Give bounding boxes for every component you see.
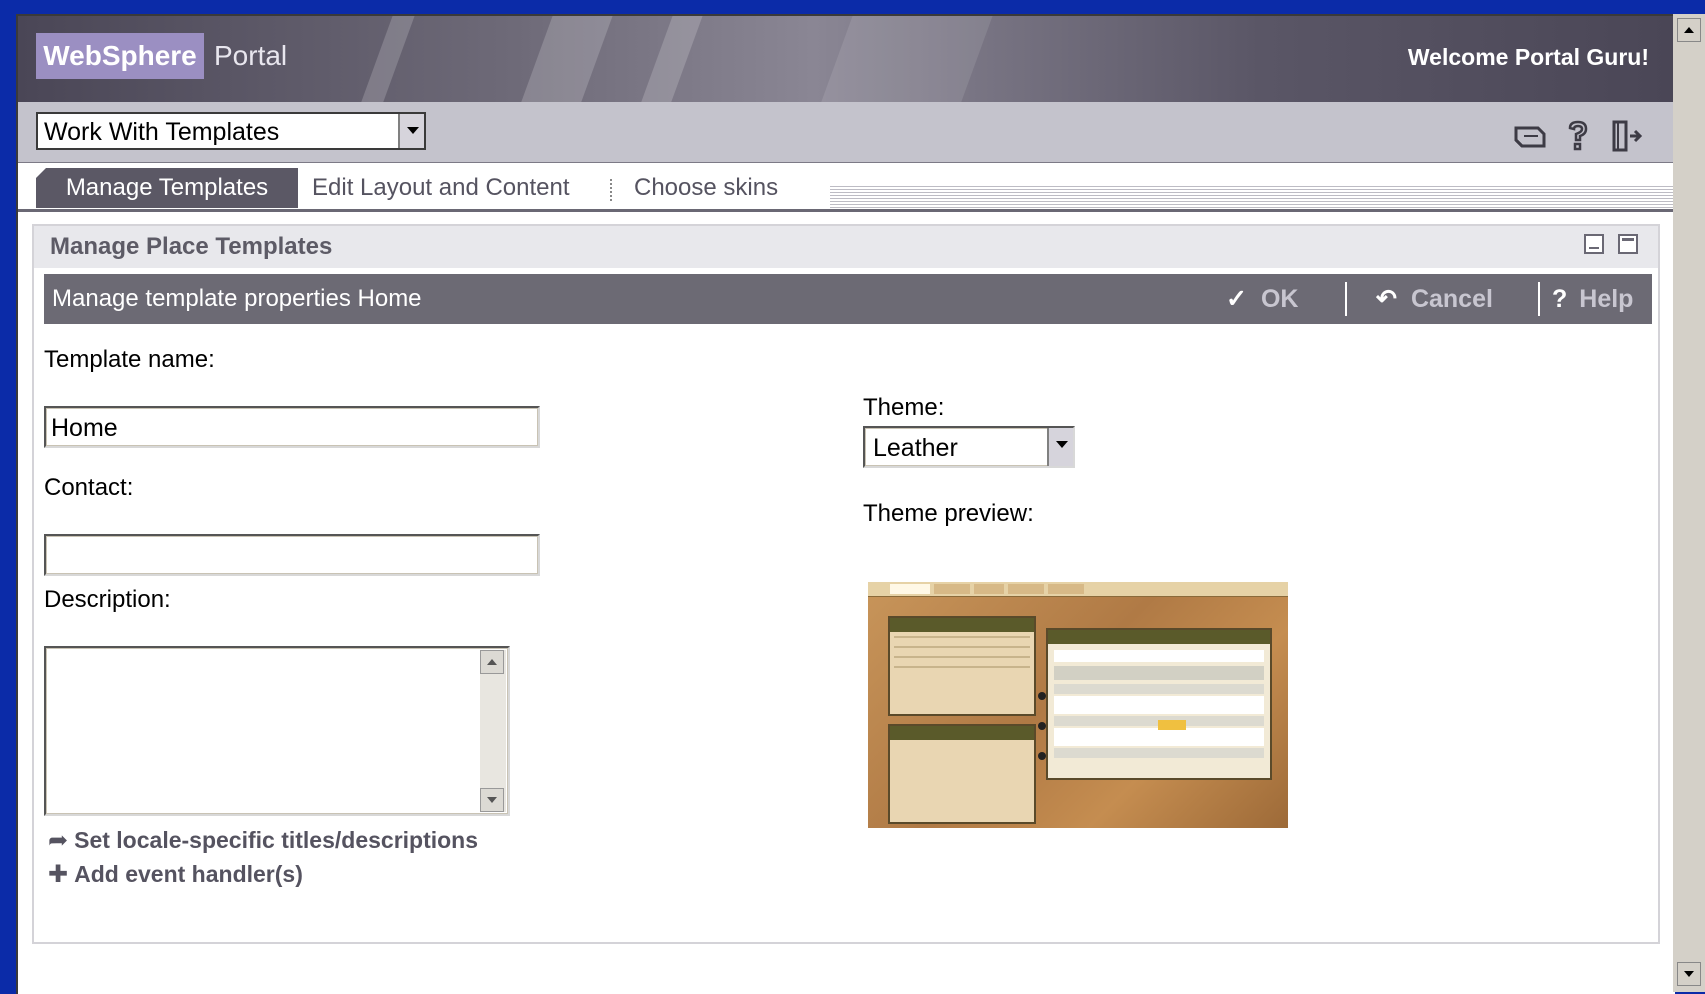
template-name-value: Home	[51, 414, 118, 442]
tab-bar-filler	[830, 186, 1675, 208]
banner-decor	[816, 16, 1000, 116]
window-scrollbar[interactable]	[1673, 14, 1705, 992]
action-bar-title: Manage template properties Home	[52, 285, 422, 312]
edit-profile-icon[interactable]	[1510, 116, 1550, 156]
set-locale-link-label: Set locale-specific titles/descriptions	[74, 827, 479, 853]
redo-arrow-icon: ➦	[48, 827, 69, 854]
scroll-down-icon[interactable]	[480, 788, 504, 812]
maximize-icon[interactable]	[1618, 234, 1638, 254]
theme-preview-image	[868, 582, 1288, 828]
banner-decor	[516, 16, 620, 116]
add-event-handler-link-label: Add event handler(s)	[74, 861, 303, 887]
action-separator	[1538, 282, 1540, 316]
question-icon: ?	[1552, 285, 1568, 313]
add-event-handler-link[interactable]: ✚ Add event handler(s)	[48, 860, 303, 889]
websphere-logo: WebSphere	[36, 33, 204, 79]
tab-edit-layout-and-content[interactable]: Edit Layout and Content	[312, 168, 570, 208]
chevron-down-icon[interactable]	[398, 114, 424, 148]
banner-decor	[636, 16, 710, 116]
contact-input[interactable]	[44, 534, 540, 576]
theme-select[interactable]: Leather	[863, 426, 1075, 468]
minimize-icon[interactable]	[1584, 234, 1604, 254]
description-scrollbar[interactable]	[480, 650, 506, 812]
description-textarea[interactable]	[44, 646, 510, 816]
portal-logo-text: Portal	[214, 40, 288, 71]
check-icon: ✓	[1226, 285, 1247, 313]
logout-icon[interactable]	[1606, 116, 1646, 156]
template-name-input[interactable]: Home	[44, 406, 540, 448]
page-select-dropdown[interactable]: Work With Templates	[36, 112, 426, 150]
portlet-title: Manage Place Templates	[50, 233, 333, 260]
action-separator	[1345, 282, 1347, 316]
banner-decor	[356, 16, 422, 116]
cancel-label: Cancel	[1410, 285, 1493, 313]
scroll-up-icon[interactable]	[480, 650, 504, 674]
plus-icon: ✚	[48, 861, 69, 888]
tab-choose-skins[interactable]: Choose skins	[634, 168, 778, 208]
template-name-label: Template name:	[44, 346, 215, 373]
contact-label: Contact:	[44, 474, 134, 501]
ok-label: OK	[1260, 285, 1299, 313]
theme-preview-label: Theme preview:	[863, 500, 1034, 527]
banner: WebSphere Portal Welcome Portal Guru!	[18, 16, 1675, 116]
help-label: Help	[1579, 285, 1634, 313]
tab-separator	[610, 179, 612, 201]
set-locale-link[interactable]: ➦ Set locale-specific titles/descriptions	[48, 826, 478, 855]
portal-window: WebSphere Portal Welcome Portal Guru! Wo…	[16, 14, 1675, 994]
help-button[interactable]: ? Help	[1552, 278, 1633, 320]
ok-button[interactable]: ✓ OK	[1226, 278, 1298, 320]
undo-icon: ↶	[1376, 285, 1397, 313]
page-select-value: Work With Templates	[44, 118, 280, 146]
chevron-down-icon[interactable]	[1047, 428, 1073, 466]
scroll-up-icon[interactable]	[1677, 18, 1701, 42]
cancel-button[interactable]: ↶ Cancel	[1376, 278, 1493, 320]
theme-select-value: Leather	[873, 434, 958, 462]
scroll-down-icon[interactable]	[1677, 962, 1701, 986]
tab-manage-templates[interactable]: Manage Templates	[36, 168, 298, 208]
description-label: Description:	[44, 586, 171, 613]
help-icon[interactable]	[1558, 116, 1598, 156]
theme-label: Theme:	[863, 394, 945, 421]
welcome-message: Welcome Portal Guru!	[1407, 44, 1649, 70]
